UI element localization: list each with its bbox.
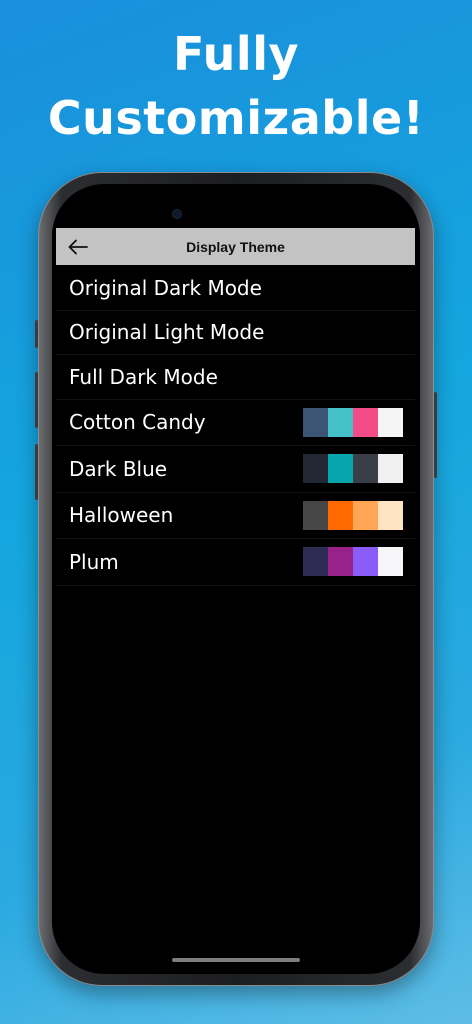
- color-swatch: [378, 500, 403, 530]
- volume-up-button: [35, 372, 38, 428]
- home-indicator: [172, 958, 300, 962]
- theme-label: Halloween: [69, 503, 174, 528]
- app-bar: Display Theme: [56, 228, 415, 265]
- theme-label: Original Dark Mode: [69, 275, 262, 300]
- page-title: Display Theme: [186, 238, 285, 255]
- promo-headline: Fully Customizable!: [0, 22, 472, 150]
- color-swatch: [328, 454, 353, 484]
- theme-option-halloween[interactable]: Halloween: [56, 493, 415, 539]
- color-swatch: [303, 500, 328, 530]
- theme-label: Original Light Mode: [69, 320, 265, 345]
- theme-option-dark-blue[interactable]: Dark Blue: [56, 446, 415, 493]
- color-swatch: [378, 547, 403, 577]
- color-swatch: [378, 407, 403, 437]
- volume-down-button: [35, 444, 38, 500]
- arrow-left-icon: [68, 239, 88, 254]
- power-button: [434, 392, 437, 478]
- color-swatches: [303, 547, 403, 577]
- color-swatches: [303, 454, 403, 484]
- back-button[interactable]: [56, 228, 100, 265]
- color-swatch: [353, 547, 378, 577]
- color-swatch: [328, 500, 353, 530]
- theme-list: Original Dark Mode Original Light Mode F…: [56, 266, 415, 586]
- theme-option-full-dark-mode[interactable]: Full Dark Mode: [56, 355, 415, 400]
- color-swatch: [303, 547, 328, 577]
- theme-option-cotton-candy[interactable]: Cotton Candy: [56, 400, 415, 446]
- theme-option-plum[interactable]: Plum: [56, 539, 415, 586]
- color-swatch: [353, 407, 378, 437]
- color-swatch: [353, 500, 378, 530]
- color-swatches: [303, 407, 403, 437]
- action-button: [35, 320, 38, 348]
- theme-label: Plum: [69, 549, 119, 574]
- color-swatch: [303, 407, 328, 437]
- color-swatches: [303, 500, 403, 530]
- color-swatch: [353, 454, 378, 484]
- front-camera: [173, 210, 181, 218]
- color-swatch: [328, 407, 353, 437]
- phone-screen: Display Theme Original Dark Mode Origina…: [52, 184, 420, 974]
- color-swatch: [328, 547, 353, 577]
- phone-frame: Display Theme Original Dark Mode Origina…: [35, 172, 437, 986]
- color-swatch: [303, 454, 328, 484]
- theme-label: Full Dark Mode: [69, 364, 218, 389]
- color-swatch: [378, 454, 403, 484]
- theme-option-original-dark-mode[interactable]: Original Dark Mode: [56, 266, 415, 311]
- dynamic-island: [202, 200, 272, 226]
- theme-label: Dark Blue: [69, 456, 168, 481]
- headline-line-1: Fully: [173, 27, 299, 81]
- headline-line-2: Customizable!: [47, 91, 425, 145]
- theme-option-original-light-mode[interactable]: Original Light Mode: [56, 311, 415, 355]
- theme-label: Cotton Candy: [69, 410, 206, 435]
